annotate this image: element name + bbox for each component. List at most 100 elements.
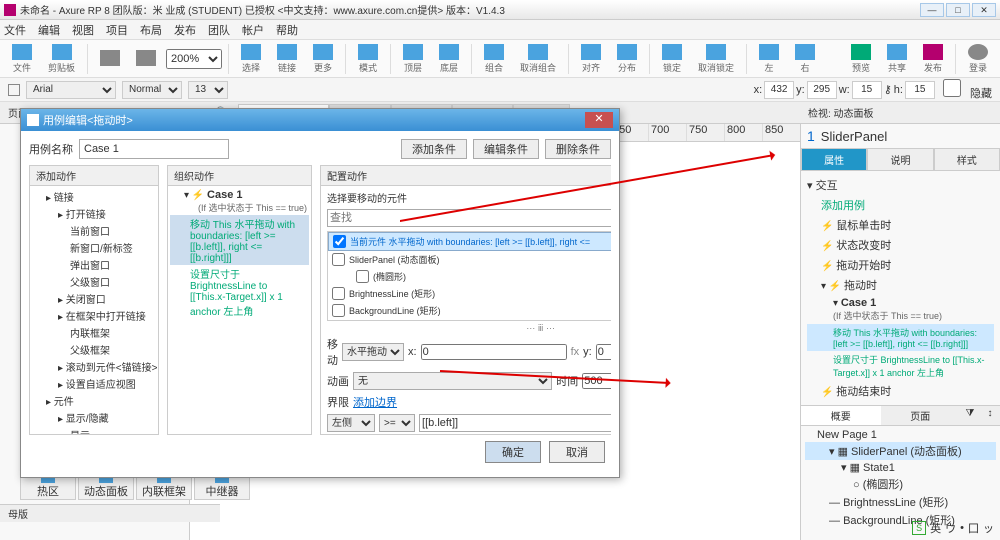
- tool-group-btn[interactable]: 组合: [478, 44, 510, 74]
- lock-icon[interactable]: ⚷: [884, 83, 892, 96]
- outline-page[interactable]: New Page 1: [805, 428, 996, 442]
- event-click[interactable]: ⚡ 鼠标单击时: [807, 215, 994, 235]
- outline-slider[interactable]: ▾ ▦ SliderPanel (动态面板): [805, 442, 996, 460]
- cfg-widget-item[interactable]: 当前元件 水平拖动 with boundaries: [left >= [[b.…: [328, 232, 611, 251]
- x-input[interactable]: [764, 81, 794, 99]
- tab-page[interactable]: 页面: [881, 406, 961, 425]
- org-case[interactable]: ▾ ⚡ Case 1(If 选中状态于 This == true): [170, 188, 309, 215]
- h-input[interactable]: [905, 81, 935, 99]
- tool-redo[interactable]: [130, 50, 162, 67]
- event-statechange[interactable]: ⚡ 状态改变时: [807, 235, 994, 255]
- action-item[interactable]: ▸ 显示/隐藏: [32, 409, 156, 426]
- y-input[interactable]: [807, 81, 837, 99]
- weight-select[interactable]: Normal: [122, 81, 182, 99]
- tool-right[interactable]: 右: [789, 44, 821, 74]
- menu-view[interactable]: 视图: [72, 22, 94, 38]
- event-dragend[interactable]: ⚡ 拖动结束时: [807, 381, 994, 401]
- tab-notes[interactable]: 说明: [867, 148, 933, 171]
- cfg-widget-item[interactable]: BrightnessLine (矩形): [328, 285, 611, 302]
- tool-ungroup[interactable]: 取消组合: [514, 44, 562, 74]
- tool-more[interactable]: 更多: [307, 44, 339, 74]
- tool-select[interactable]: 选择: [235, 44, 267, 74]
- tool-clipboard[interactable]: 剪贴板: [42, 44, 81, 74]
- actions-tree[interactable]: ▸ 链接▸ 打开链接当前窗口新窗口/新标签弹出窗口父级窗口▸ 关闭窗口▸ 在框架…: [30, 186, 158, 434]
- tool-preview[interactable]: 预览: [845, 44, 877, 74]
- action-item[interactable]: ▸ 元件: [32, 392, 156, 409]
- ok-button[interactable]: 确定: [485, 441, 541, 463]
- action-item[interactable]: ▸ 在框架中打开链接: [32, 307, 156, 324]
- tool-bottom[interactable]: 底层: [433, 44, 465, 74]
- minimize-button[interactable]: —: [920, 3, 944, 17]
- event-drag[interactable]: ▾ ⚡ 拖动时: [807, 275, 994, 295]
- tab-style[interactable]: 样式: [934, 148, 1000, 171]
- action-item[interactable]: ▸ 设置自适应视图: [32, 375, 156, 392]
- action-item[interactable]: 当前窗口: [32, 222, 156, 239]
- action-item[interactable]: 内联框架: [32, 324, 156, 341]
- tool-mode[interactable]: 模式: [352, 44, 384, 74]
- cfg-widget-item[interactable]: (椭圆形): [328, 268, 611, 285]
- add-condition-button[interactable]: 添加条件: [401, 139, 467, 159]
- outline-state1[interactable]: ▾ ▦ State1: [805, 460, 996, 475]
- maximize-button[interactable]: □: [946, 3, 970, 17]
- action-item[interactable]: 父级窗口: [32, 273, 156, 290]
- action-item[interactable]: ▸ 关闭窗口: [32, 290, 156, 307]
- tool-publish[interactable]: 发布: [917, 44, 949, 74]
- cfg-search-input[interactable]: [327, 209, 611, 227]
- tool-undo[interactable]: [94, 50, 126, 67]
- tool-distribute[interactable]: 分布: [611, 44, 643, 74]
- anim-type-select[interactable]: 无: [353, 372, 552, 390]
- dialog-close-button[interactable]: ✕: [585, 112, 613, 128]
- tool-link[interactable]: 链接: [271, 44, 303, 74]
- tool-share[interactable]: 共享: [881, 44, 913, 74]
- zoom-select[interactable]: 200%: [166, 49, 222, 69]
- tool-top[interactable]: 顶层: [397, 44, 429, 74]
- action-item[interactable]: ▸ 滚动到元件<锚链接>: [32, 358, 156, 375]
- org-size-action[interactable]: 设置尺寸于 BrightnessLine to [[This.x-Target.…: [170, 265, 309, 319]
- action-item[interactable]: ▸ 打开链接: [32, 205, 156, 222]
- tab-outline[interactable]: 概要: [801, 406, 881, 425]
- size-action[interactable]: 设置尺寸于 BrightnessLine to [[This.x-Target.…: [807, 351, 994, 381]
- outline-ellipse[interactable]: ○ (椭圆形): [805, 475, 996, 493]
- tool-login[interactable]: 登录: [962, 44, 994, 74]
- ime-s-icon[interactable]: S: [912, 521, 926, 535]
- move-y-input[interactable]: [596, 344, 611, 360]
- hide-checkbox[interactable]: 隐藏: [937, 79, 992, 101]
- cancel-button[interactable]: 取消: [549, 441, 605, 463]
- action-item[interactable]: 显示: [32, 426, 156, 434]
- menu-publish[interactable]: 发布: [174, 22, 196, 38]
- font-select[interactable]: Arial: [26, 81, 116, 99]
- size-select[interactable]: 13: [188, 81, 228, 99]
- menu-help[interactable]: 帮助: [276, 22, 298, 38]
- tool-file[interactable]: 文件: [6, 44, 38, 74]
- menu-edit[interactable]: 编辑: [38, 22, 60, 38]
- move-x-input[interactable]: [421, 344, 567, 360]
- cfg-widget-item[interactable]: SliderPanel (动态面板): [328, 251, 611, 268]
- menu-project[interactable]: 项目: [106, 22, 128, 38]
- cfg-widget-list[interactable]: 当前元件 水平拖动 with boundaries: [left >= [[b.…: [327, 231, 611, 321]
- anim-time-input[interactable]: [582, 373, 611, 389]
- add-case-link[interactable]: 添加用例: [821, 200, 865, 212]
- delete-condition-button[interactable]: 删除条件: [545, 139, 611, 159]
- w-input[interactable]: [852, 81, 882, 99]
- edit-condition-button[interactable]: 编辑条件: [473, 139, 539, 159]
- action-item[interactable]: 弹出窗口: [32, 256, 156, 273]
- menu-team[interactable]: 团队: [208, 22, 230, 38]
- menu-file[interactable]: 文件: [4, 22, 26, 38]
- add-boundary-link[interactable]: 添加边界: [353, 394, 397, 410]
- menu-layout[interactable]: 布局: [140, 22, 162, 38]
- sort-icon[interactable]: ↕: [980, 406, 1000, 425]
- move-type-select[interactable]: 水平拖动: [342, 343, 404, 361]
- action-item[interactable]: ▸ 链接: [32, 188, 156, 205]
- move-action[interactable]: 移动 This 水平拖动 with boundaries: [left >= […: [807, 324, 994, 351]
- tool-lock[interactable]: 锁定: [656, 44, 688, 74]
- dialog-titlebar[interactable]: 用例编辑<拖动时> ✕: [21, 109, 619, 131]
- close-button[interactable]: ✕: [972, 3, 996, 17]
- cfg-widget-item[interactable]: BackgroundLine (矩形): [328, 302, 611, 319]
- org-move-action[interactable]: 移动 This 水平拖动 with boundaries: [left >= […: [170, 215, 309, 265]
- action-item[interactable]: 新窗口/新标签: [32, 239, 156, 256]
- case-node[interactable]: ▾ Case 1(If 选中状态于 This == true): [807, 295, 994, 324]
- filter-icon[interactable]: ⧩: [960, 406, 980, 425]
- tab-properties[interactable]: 属性: [801, 148, 867, 171]
- case-name-input[interactable]: [79, 139, 229, 159]
- action-item[interactable]: 父级框架: [32, 341, 156, 358]
